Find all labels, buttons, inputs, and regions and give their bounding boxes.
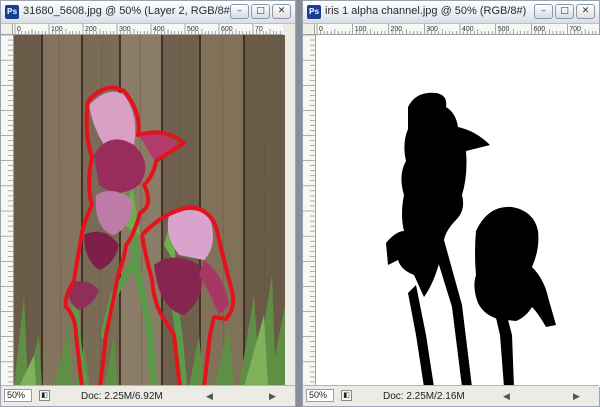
zoom-level-field[interactable]: 50% <box>4 389 32 402</box>
document-size-info[interactable]: Doc: 2.25M/2.16M <box>383 391 465 402</box>
close-button[interactable]: ✕ <box>272 4 291 19</box>
ruler-label: 500 <box>187 26 199 33</box>
ruler-label: 0 <box>319 26 323 33</box>
maximize-button[interactable]: □ <box>555 4 574 19</box>
ruler-label: 300 <box>119 26 131 33</box>
ruler-label: 0 <box>17 26 21 33</box>
scroll-right-arrow-icon[interactable]: ▶ <box>573 391 580 402</box>
ruler-label: 100 <box>51 26 63 33</box>
horizontal-ruler[interactable]: 0 100 200 300 400 500 600 70 <box>13 24 283 35</box>
left-title-bar[interactable]: Ps 31680_5608.jpg @ 50% (Layer 2, RGB/8#… <box>1 1 295 24</box>
ruler-label: 200 <box>391 26 403 33</box>
navigator-icon[interactable]: ◧ <box>39 390 50 401</box>
vertical-ruler[interactable] <box>303 35 316 387</box>
ruler-label: 200 <box>85 26 97 33</box>
ruler-label: 100 <box>355 26 367 33</box>
left-window-title: 31680_5608.jpg @ 50% (Layer 2, RGB/8#) <box>23 5 234 17</box>
close-button[interactable]: ✕ <box>576 4 595 19</box>
ruler-label: 70 <box>255 26 263 33</box>
vertical-ruler[interactable] <box>1 35 14 387</box>
left-canvas[interactable] <box>14 35 285 387</box>
ruler-label: 600 <box>221 26 233 33</box>
alpha-channel-mask <box>316 35 600 387</box>
minimize-button[interactable]: – <box>534 4 553 19</box>
photoshop-icon: Ps <box>307 5 321 19</box>
right-title-bar[interactable]: Ps iris 1 alpha channel.jpg @ 50% (RGB/8… <box>303 1 599 24</box>
scroll-left-arrow-icon[interactable]: ◀ <box>503 391 510 402</box>
ruler-corner <box>1 24 13 35</box>
minimize-button[interactable]: – <box>230 4 249 19</box>
right-document-window[interactable]: Ps iris 1 alpha channel.jpg @ 50% (RGB/8… <box>302 0 600 407</box>
left-status-bar: 50% ◧ Doc: 2.25M/6.92M ◀ ▶ <box>1 385 295 406</box>
ruler-label: 500 <box>498 26 510 33</box>
scroll-left-arrow-icon[interactable]: ◀ <box>206 391 213 402</box>
horizontal-ruler[interactable]: 0 100 200 300 400 500 600 700 <box>315 24 599 35</box>
right-status-bar: 50% ◧ Doc: 2.25M/2.16M ◀ ▶ <box>303 385 599 406</box>
iris-photo-with-selection <box>14 35 285 387</box>
navigator-icon[interactable]: ◧ <box>341 390 352 401</box>
photoshop-icon: Ps <box>5 5 19 19</box>
maximize-button[interactable]: □ <box>251 4 270 19</box>
ruler-corner <box>303 24 315 35</box>
ruler-label: 400 <box>462 26 474 33</box>
right-canvas[interactable] <box>316 35 600 387</box>
ruler-label: 600 <box>534 26 546 33</box>
ruler-label: 700 <box>569 26 581 33</box>
ruler-label: 300 <box>426 26 438 33</box>
left-document-window[interactable]: Ps 31680_5608.jpg @ 50% (Layer 2, RGB/8#… <box>0 0 296 407</box>
right-window-title: iris 1 alpha channel.jpg @ 50% (RGB/8#) <box>325 5 527 17</box>
scroll-right-arrow-icon[interactable]: ▶ <box>269 391 276 402</box>
ruler-label: 400 <box>153 26 165 33</box>
document-size-info[interactable]: Doc: 2.25M/6.92M <box>81 391 163 402</box>
zoom-level-field[interactable]: 50% <box>306 389 334 402</box>
